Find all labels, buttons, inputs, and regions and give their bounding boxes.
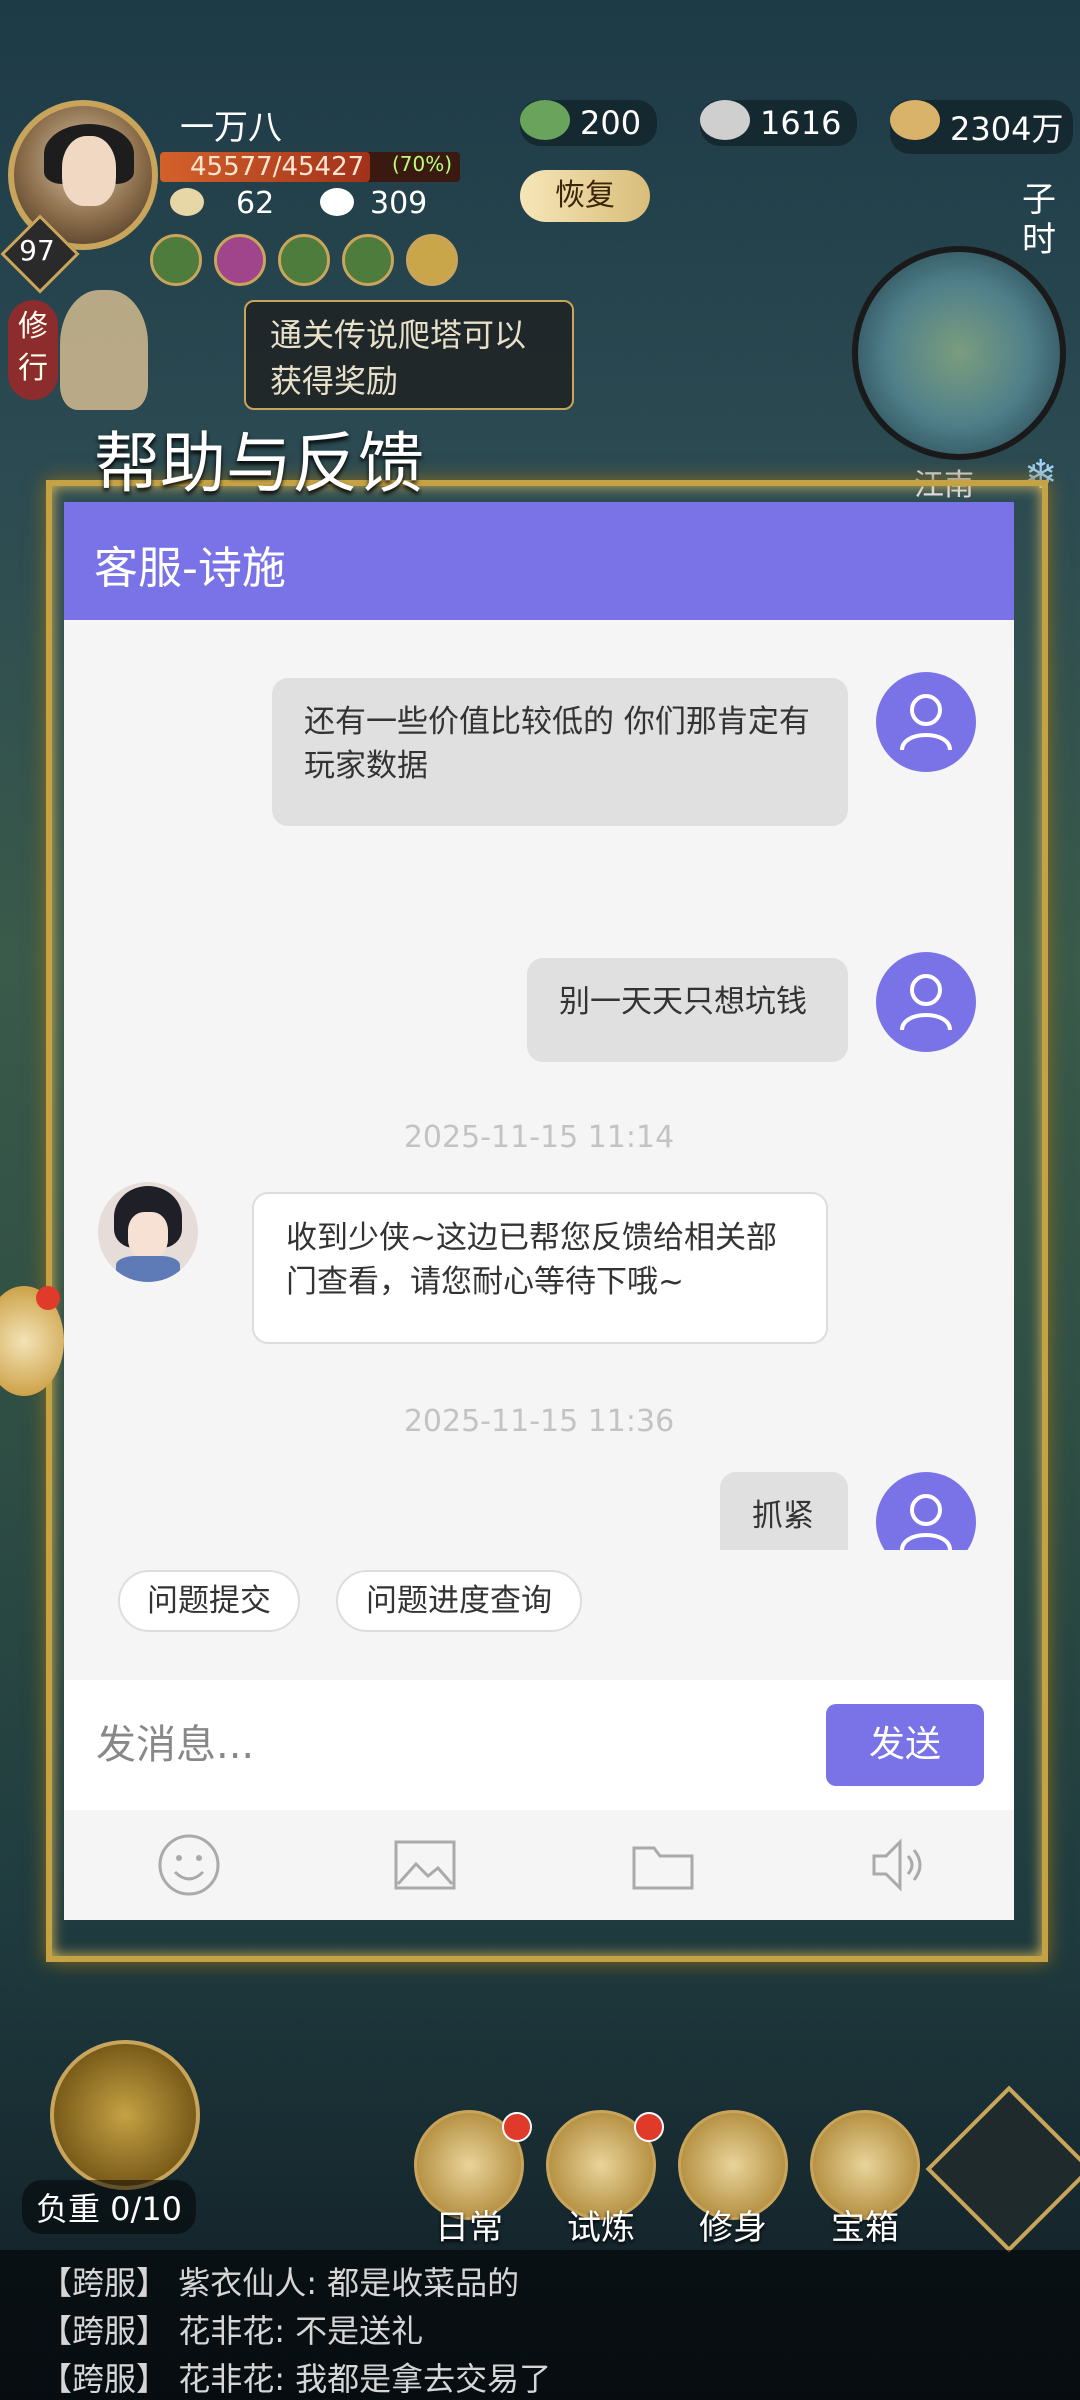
buff-icon[interactable] bbox=[406, 234, 458, 286]
chat-log-text: 不是送礼 bbox=[295, 2312, 424, 2350]
silver-currency[interactable]: 1616 bbox=[700, 100, 858, 146]
agent-avatar[interactable] bbox=[98, 1182, 198, 1282]
notification-dot bbox=[36, 1286, 60, 1310]
submit-issue-button[interactable]: 问题提交 bbox=[118, 1570, 300, 1632]
channel-tag: 【跨服】 bbox=[40, 2312, 169, 2350]
buff-icon[interactable] bbox=[150, 234, 202, 286]
jade-currency[interactable]: 200 bbox=[520, 100, 658, 146]
menu-trial[interactable]: 试炼 bbox=[546, 2110, 664, 2248]
channel-tag: 【跨服】 bbox=[40, 2360, 169, 2398]
expand-up-icon[interactable] bbox=[925, 2085, 1080, 2253]
buff-icon[interactable] bbox=[214, 234, 266, 286]
user-avatar[interactable] bbox=[876, 1472, 976, 1550]
menu-label: 日常 bbox=[435, 2208, 503, 2248]
agent-face bbox=[128, 1212, 168, 1258]
sender-name: 花非花 bbox=[178, 2360, 275, 2398]
menu-daily[interactable]: 日常 bbox=[414, 2110, 532, 2248]
recover-button[interactable]: 恢复 bbox=[520, 170, 650, 222]
chat-message-me: 别一天天只想坑钱 bbox=[527, 958, 848, 1062]
sender-name: 花非花 bbox=[178, 2312, 275, 2350]
coin-icon bbox=[890, 100, 940, 140]
channel-tag: 【跨服】 bbox=[40, 2264, 169, 2302]
player-level: 97 bbox=[19, 234, 55, 267]
message-text: 别一天天只想坑钱 bbox=[559, 984, 807, 1020]
stat-a-value: 62 bbox=[236, 186, 275, 221]
chat-message-me: 抓紧 bbox=[720, 1472, 848, 1550]
load-capacity: 负重 0/10 bbox=[22, 2180, 197, 2234]
message-input[interactable] bbox=[64, 1680, 824, 1810]
folder-icon[interactable] bbox=[628, 1830, 698, 1900]
message-timestamp: 2025-11-15 11:14 bbox=[403, 1120, 675, 1155]
silver-value: 1616 bbox=[760, 104, 842, 142]
notification-dot bbox=[634, 2112, 664, 2142]
chat-message-me: 还有一些价值比较低的 你们那肯定有玩家数据 bbox=[272, 678, 848, 826]
inventory-cart[interactable] bbox=[50, 2040, 200, 2190]
chat-log-line: 【跨服】 花非花: 不是送礼 bbox=[40, 2312, 424, 2350]
cultivate-badge[interactable]: 修行 bbox=[8, 300, 58, 400]
speaker-icon[interactable] bbox=[864, 1830, 934, 1900]
chat-toolbar bbox=[64, 1810, 1014, 1920]
silver-icon bbox=[700, 100, 750, 140]
chat-log-line: 【跨服】 紫衣仙人: 都是收菜品的 bbox=[40, 2264, 520, 2302]
bowl-icon bbox=[170, 188, 204, 216]
bun-icon bbox=[320, 188, 354, 216]
user-icon bbox=[900, 1494, 952, 1550]
chat-header: 客服-诗施 bbox=[64, 502, 1014, 620]
jade-value: 200 bbox=[580, 104, 642, 142]
message-input-bar: 发送 bbox=[64, 1680, 1014, 1810]
coin-currency[interactable]: 2304万 bbox=[890, 100, 1074, 154]
dialog-title: 帮助与反馈 bbox=[94, 425, 424, 502]
chat-scroll-area[interactable]: 还有一些价值比较低的 你们那肯定有玩家数据 别一天天只想坑钱 2025-11-1… bbox=[64, 620, 1014, 1550]
menu-label: 修身 bbox=[699, 2208, 767, 2248]
agent-robe bbox=[116, 1256, 180, 1282]
jade-icon bbox=[520, 100, 570, 140]
agent-name: 客服-诗施 bbox=[94, 543, 286, 594]
menu-label: 宝箱 bbox=[831, 2208, 899, 2248]
menu-chest[interactable]: 宝箱 bbox=[810, 2110, 920, 2248]
message-text: 收到少侠~这边已帮您反馈给相关部门查看，请您耐心等待下哦~ bbox=[286, 1220, 777, 1300]
chat-log-text: 都是收菜品的 bbox=[327, 2264, 520, 2302]
user-avatar[interactable] bbox=[876, 672, 976, 772]
minimap[interactable] bbox=[852, 246, 1066, 460]
coin-value: 2304万 bbox=[950, 110, 1064, 148]
stat-b-value: 309 bbox=[370, 186, 428, 221]
player-name: 一万八 bbox=[180, 108, 282, 148]
image-icon[interactable] bbox=[390, 1830, 460, 1900]
avatar-face bbox=[62, 136, 116, 206]
menu-cultivate[interactable]: 修身 bbox=[678, 2110, 788, 2248]
user-avatar[interactable] bbox=[876, 952, 976, 1052]
notification-dot bbox=[502, 2112, 532, 2142]
message-timestamp: 2025-11-15 11:36 bbox=[403, 1404, 675, 1439]
message-text: 还有一些价值比较低的 你们那肯定有玩家数据 bbox=[304, 704, 810, 784]
chat-message-agent: 收到少侠~这边已帮您反馈给相关部门查看，请您耐心等待下哦~ bbox=[252, 1192, 828, 1344]
sender-name: 紫衣仙人 bbox=[178, 2264, 307, 2302]
message-text: 抓紧 bbox=[752, 1498, 814, 1534]
user-icon bbox=[900, 694, 952, 751]
issue-progress-button[interactable]: 问题进度查询 bbox=[336, 1570, 582, 1632]
buff-row bbox=[150, 234, 470, 290]
hint-tooltip: 通关传说爬塔可以获得奖励 bbox=[244, 300, 574, 410]
send-button[interactable]: 发送 bbox=[826, 1704, 984, 1786]
chat-log-text: 我都是拿去交易了 bbox=[295, 2360, 552, 2398]
hp-text: 45577/45427 bbox=[190, 152, 365, 182]
user-icon bbox=[900, 974, 952, 1031]
npc-portrait bbox=[60, 290, 148, 410]
hp-percent: (70%) bbox=[392, 152, 453, 176]
support-chat-panel: 客服-诗施 还有一些价值比较低的 你们那肯定有玩家数据 别一天天只想坑钱 202… bbox=[64, 502, 1014, 1920]
chat-log-line: 【跨服】 花非花: 我都是拿去交易了 bbox=[40, 2360, 552, 2398]
emoji-icon[interactable] bbox=[154, 1830, 224, 1900]
world-chat-log[interactable]: 【跨服】 紫衣仙人: 都是收菜品的 【跨服】 花非花: 不是送礼 【跨服】 花非… bbox=[0, 2250, 1080, 2400]
menu-label: 试炼 bbox=[567, 2208, 635, 2248]
time-of-day: 子时 bbox=[1022, 180, 1056, 260]
buff-icon[interactable] bbox=[342, 234, 394, 286]
buff-icon[interactable] bbox=[278, 234, 330, 286]
